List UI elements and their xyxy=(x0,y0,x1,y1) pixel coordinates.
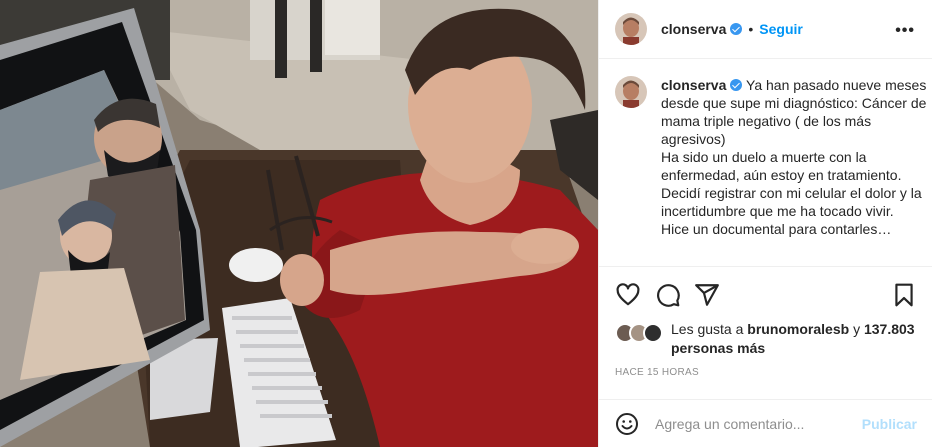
caption-line: Hice un documental para contarles… xyxy=(661,221,892,237)
verified-badge-icon xyxy=(730,23,743,35)
liker-avatar xyxy=(643,323,663,343)
avatar-image xyxy=(615,13,647,45)
likes-prefix: Les gusta a xyxy=(671,321,744,337)
likes-text: Les gusta a brunomoralesb y 137.803 pers… xyxy=(671,320,921,358)
comment-icon[interactable] xyxy=(655,282,681,308)
caption-line: Decidí registrar con mi celular el dolor… xyxy=(661,185,922,219)
author-username[interactable]: clonserva xyxy=(661,21,726,37)
verified-badge-icon xyxy=(730,79,743,91)
post-side-panel: clonserva • Seguir ••• clonserva Ya han … xyxy=(598,0,932,447)
caption-author-avatar[interactable] xyxy=(615,76,647,108)
separator-dot: • xyxy=(748,21,754,37)
comment-input[interactable] xyxy=(655,415,845,432)
instagram-post: clonserva • Seguir ••• clonserva Ya han … xyxy=(0,0,932,447)
likes-suffix[interactable]: personas más xyxy=(671,340,765,356)
caption-username[interactable]: clonserva xyxy=(661,77,726,93)
likes-summary: Les gusta a brunomoralesb y 137.803 pers… xyxy=(615,320,925,358)
caption-line: Ha sido un duelo a muerte con la enferme… xyxy=(661,149,902,183)
publish-button[interactable]: Publicar xyxy=(862,416,917,432)
caption-line: clonserva Ya han pasado nueve meses desd… xyxy=(661,76,932,148)
post-actions xyxy=(599,268,932,320)
author-info: clonserva • Seguir xyxy=(661,21,803,37)
liker-username[interactable]: brunomoralesb xyxy=(747,321,849,337)
post-header: clonserva • Seguir ••• xyxy=(599,0,932,59)
bookmark-icon[interactable] xyxy=(891,282,917,308)
add-comment-bar: Publicar xyxy=(599,399,932,447)
likes-conjunction: y xyxy=(853,321,861,337)
comments-scroll-area[interactable]: clonserva Ya han pasado nueve meses desd… xyxy=(599,60,932,267)
follow-button[interactable]: Seguir xyxy=(759,21,803,37)
more-options-icon[interactable]: ••• xyxy=(895,22,915,40)
post-photo[interactable] xyxy=(0,0,598,447)
author-avatar[interactable] xyxy=(615,13,647,45)
caption-text: clonserva Ya han pasado nueve meses desd… xyxy=(661,76,932,238)
post-timestamp[interactable]: HACE 15 HORAS xyxy=(615,367,699,378)
liker-avatars[interactable] xyxy=(615,323,665,343)
emoji-icon[interactable] xyxy=(615,412,639,436)
post-image xyxy=(0,0,598,447)
share-icon[interactable] xyxy=(694,282,720,308)
post-caption: clonserva Ya han pasado nueve meses desd… xyxy=(615,76,932,238)
avatar-image xyxy=(615,76,647,108)
heart-icon[interactable] xyxy=(615,282,641,308)
likes-count[interactable]: 137.803 xyxy=(864,321,915,337)
